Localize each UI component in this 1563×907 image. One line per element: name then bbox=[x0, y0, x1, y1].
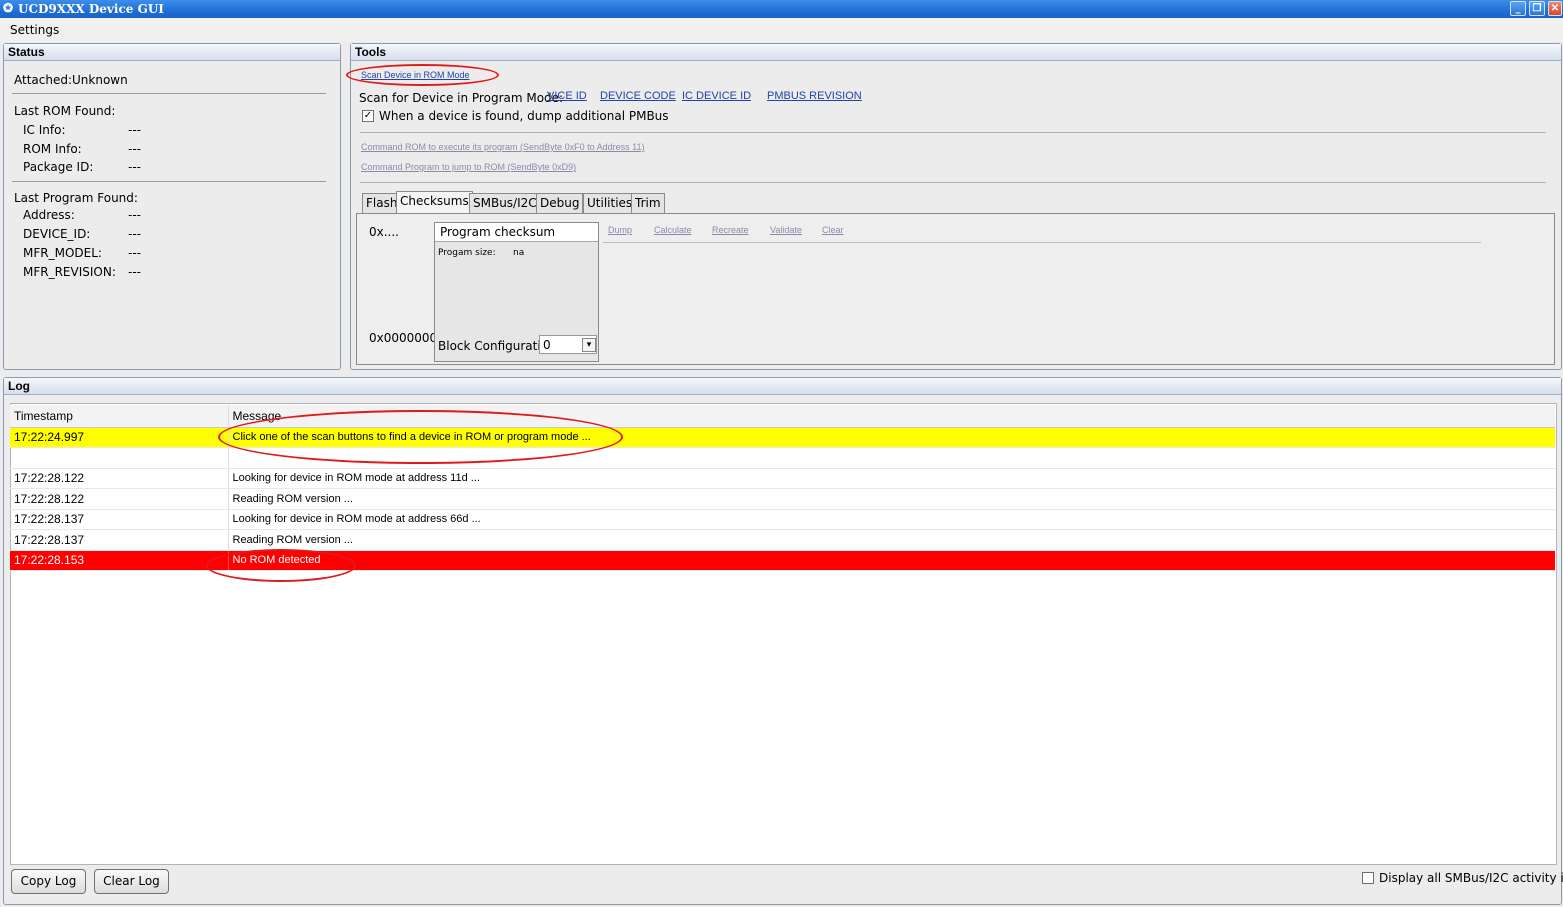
validate-link[interactable]: Validate bbox=[770, 225, 802, 235]
divider bbox=[360, 182, 1546, 183]
dump-pmbus-checkbox[interactable]: ✓ bbox=[362, 110, 374, 122]
log-row[interactable]: 17:22:28.137 Looking for device in ROM m… bbox=[10, 509, 1555, 530]
tab-utilities[interactable]: Utilities bbox=[583, 193, 637, 213]
divider bbox=[12, 93, 326, 94]
dump-pmbus-label: When a device is found, dump additional … bbox=[379, 109, 669, 123]
close-button[interactable]: ✕ bbox=[1548, 1, 1562, 16]
log-message: Reading ROM version ... bbox=[228, 529, 1555, 551]
tab-trim[interactable]: Trim bbox=[631, 193, 665, 213]
title-bar: ✪ UCD9XXX Device GUI _ ❐ ✕ bbox=[0, 0, 1563, 18]
column-header-message[interactable]: Message bbox=[228, 405, 1555, 428]
display-all-checkbox[interactable] bbox=[1362, 872, 1374, 884]
cmd-rom-execute-link[interactable]: Command ROM to execute its program (Send… bbox=[361, 142, 644, 152]
mfr-model-value: --- bbox=[128, 246, 141, 260]
last-rom-found-label: Last ROM Found: bbox=[14, 104, 116, 118]
scan-ic-device-id-link[interactable]: IC DEVICE ID bbox=[682, 90, 751, 102]
ic-info-label: IC Info: bbox=[23, 123, 66, 137]
recreate-link[interactable]: Recreate bbox=[712, 225, 749, 235]
log-timestamp: 17:22:28.137 bbox=[10, 529, 229, 551]
program-checksum-label: Program checksum bbox=[440, 225, 556, 239]
status-header: Status bbox=[4, 44, 340, 61]
log-timestamp bbox=[10, 447, 229, 469]
log-row[interactable] bbox=[10, 447, 1555, 469]
scan-pmbus-revision-link[interactable]: PMBUS REVISION bbox=[767, 90, 862, 102]
menu-settings[interactable]: Settings bbox=[10, 23, 59, 37]
copy-log-button[interactable]: Copy Log bbox=[11, 869, 86, 894]
scan-device-code-link[interactable]: DEVICE CODE bbox=[600, 90, 676, 102]
package-id-value: --- bbox=[128, 160, 141, 174]
log-table-header: Timestamp Message bbox=[10, 405, 1555, 428]
log-row[interactable]: 17:22:24.997 Click one of the scan butto… bbox=[10, 427, 1555, 448]
clear-link[interactable]: Clear bbox=[822, 225, 844, 235]
tools-header: Tools bbox=[351, 44, 1561, 61]
display-all-label: Display all SMBus/I2C activity in bbox=[1379, 871, 1563, 885]
program-size-label: Progam size: bbox=[438, 248, 496, 258]
tab-checksums[interactable]: Checksums bbox=[396, 191, 473, 213]
rom-info-value: --- bbox=[128, 142, 141, 156]
log-message: No ROM detected bbox=[228, 550, 1555, 571]
attached-status: Attached:Unknown bbox=[14, 73, 128, 87]
window-title: UCD9XXX Device GUI bbox=[18, 2, 164, 16]
log-header: Log bbox=[4, 378, 1561, 395]
log-table: Timestamp Message 17:22:24.997 Click one… bbox=[10, 405, 1555, 571]
log-row[interactable]: 17:22:28.122 Looking for device in ROM m… bbox=[10, 468, 1555, 489]
chevron-down-icon[interactable]: ▾ bbox=[582, 338, 596, 352]
app-icon: ✪ bbox=[3, 1, 14, 15]
log-timestamp: 17:22:28.122 bbox=[10, 488, 229, 510]
log-message: Looking for device in ROM mode at addres… bbox=[228, 509, 1555, 530]
scan-program-label: Scan for Device in Program Mode: bbox=[359, 91, 564, 105]
menu-bar: Settings bbox=[0, 18, 1563, 42]
address-bottom: 0x0000000 bbox=[369, 331, 438, 345]
last-program-found-label: Last Program Found: bbox=[14, 191, 138, 205]
log-message: Looking for device in ROM mode at addres… bbox=[228, 468, 1555, 489]
log-row[interactable]: 17:22:28.153 No ROM detected bbox=[10, 550, 1555, 571]
address-top: 0x.... bbox=[369, 225, 399, 239]
cmd-program-jump-link[interactable]: Command Program to jump to ROM (SendByte… bbox=[361, 162, 576, 172]
program-size-value: na bbox=[513, 248, 525, 258]
tab-debug[interactable]: Debug bbox=[536, 193, 584, 213]
mfr-model-label: MFR_MODEL: bbox=[23, 246, 102, 260]
divider bbox=[360, 132, 1546, 133]
log-timestamp: 17:22:24.997 bbox=[10, 427, 229, 448]
log-row[interactable]: 17:22:28.137 Reading ROM version ... bbox=[10, 529, 1555, 551]
scan-rom-link[interactable]: Scan Device in ROM Mode bbox=[361, 70, 470, 80]
divider bbox=[603, 242, 1481, 243]
column-header-timestamp[interactable]: Timestamp bbox=[10, 405, 229, 428]
rom-info-label: ROM Info: bbox=[23, 142, 82, 156]
restore-button[interactable]: ❐ bbox=[1529, 1, 1545, 16]
log-message bbox=[228, 447, 1555, 469]
log-message: Reading ROM version ... bbox=[228, 488, 1555, 510]
block-config-label: Block Configuratio bbox=[438, 339, 549, 353]
log-timestamp: 17:22:28.137 bbox=[10, 509, 229, 530]
block-config-value: 0 bbox=[543, 338, 551, 352]
mfr-revision-label: MFR_REVISION: bbox=[23, 265, 116, 279]
address-value: --- bbox=[128, 208, 141, 222]
minimize-button[interactable]: _ bbox=[1510, 1, 1526, 16]
tab-smbus-i2c[interactable]: SMBus/I2C bbox=[469, 193, 541, 213]
clear-log-button[interactable]: Clear Log bbox=[94, 869, 169, 894]
log-message: Click one of the scan buttons to find a … bbox=[228, 427, 1555, 448]
mfr-revision-value: --- bbox=[128, 265, 141, 279]
package-id-label: Package ID: bbox=[23, 160, 94, 174]
divider bbox=[12, 181, 326, 182]
ic-info-value: --- bbox=[128, 123, 141, 137]
log-row[interactable]: 17:22:28.122 Reading ROM version ... bbox=[10, 488, 1555, 510]
calculate-link[interactable]: Calculate bbox=[654, 225, 692, 235]
dump-link[interactable]: Dump bbox=[608, 225, 632, 235]
log-timestamp: 17:22:28.153 bbox=[10, 550, 229, 571]
scan-vice-id-link[interactable]: VICE ID bbox=[547, 90, 587, 102]
address-label: Address: bbox=[23, 208, 75, 222]
device-id-label: DEVICE_ID: bbox=[23, 227, 91, 241]
device-id-value: --- bbox=[128, 227, 141, 241]
log-timestamp: 17:22:28.122 bbox=[10, 468, 229, 489]
